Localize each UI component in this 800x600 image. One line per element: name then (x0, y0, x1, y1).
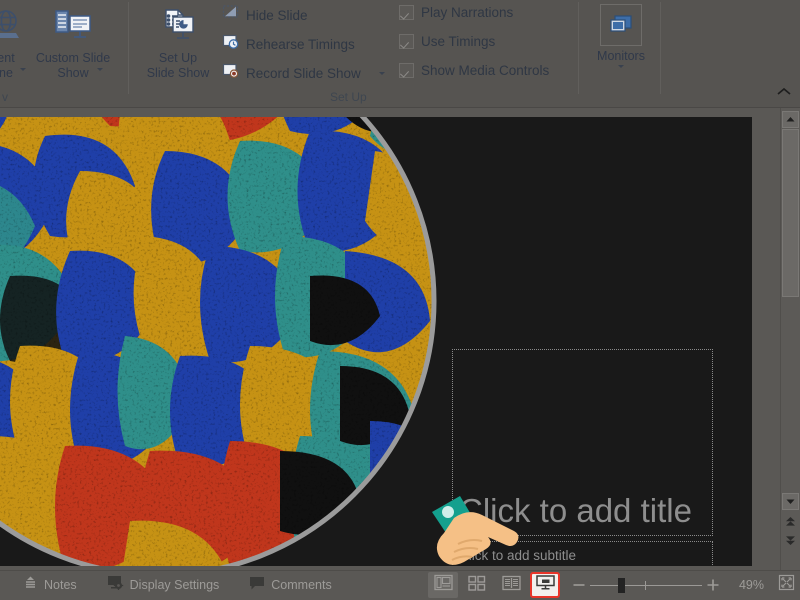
zoom-controls: 49% (562, 570, 800, 600)
slide-canvas[interactable]: Click to add title Click to add subtitle (0, 117, 752, 566)
title-placeholder[interactable]: Click to add title (452, 349, 713, 536)
hide-slide-icon (222, 4, 239, 26)
scrollbar-thumb[interactable] (782, 129, 799, 297)
show-media-controls-label: Show Media Controls (421, 63, 549, 78)
use-timings-checkbox[interactable]: Use Timings (399, 34, 495, 49)
notes-label: Notes (44, 578, 77, 592)
display-settings-label: Display Settings (130, 578, 220, 592)
scroll-up-button[interactable] (782, 111, 799, 128)
hide-slide-label: Hide Slide (246, 8, 308, 23)
set-up-slide-show-label: Set Up Slide Show (133, 51, 223, 81)
subtitle-placeholder-text: Click to add subtitle (459, 547, 708, 565)
fit-to-window-icon (778, 574, 795, 596)
record-slide-show-button[interactable]: Record Slide Show (222, 62, 385, 84)
previous-slide-button[interactable] (782, 513, 799, 530)
custom-slide-show-button[interactable]: Custom Slide Show (26, 6, 120, 81)
display-settings-icon (107, 575, 124, 595)
normal-view-button[interactable] (428, 572, 458, 598)
notes-icon (23, 575, 38, 595)
monitors-label: Monitors (588, 49, 654, 64)
scroll-down-button[interactable] (782, 493, 799, 510)
ribbon-tab-fragment: v (2, 90, 8, 104)
play-narrations-label: Play Narrations (421, 5, 513, 20)
ribbon-group-divider-3 (660, 2, 661, 94)
normal-view-icon (434, 574, 453, 596)
rehearse-timings-button[interactable]: Rehearse Timings (222, 33, 355, 55)
fit-to-window-button[interactable] (772, 572, 800, 598)
zoom-out-button[interactable] (568, 572, 590, 598)
monitors-button[interactable]: Monitors (588, 4, 654, 64)
zoom-slider-track (590, 585, 702, 586)
ribbon: ent ne Custom Slide Show (0, 0, 800, 108)
custom-slide-show-label: Custom Slide Show (26, 51, 120, 81)
set-up-slide-show-icon (133, 6, 223, 51)
play-narrations-checkmark-icon (399, 5, 414, 20)
slide-sorter-button[interactable] (462, 572, 492, 598)
chevron-up-icon[interactable] (776, 84, 792, 102)
slide-show-icon (536, 574, 555, 596)
use-timings-label: Use Timings (421, 34, 495, 49)
ribbon-group-divider-2 (578, 2, 579, 94)
show-media-controls-checkbox[interactable]: Show Media Controls (399, 63, 549, 78)
slide-workspace: Click to add title Click to add subtitle (0, 108, 800, 570)
display-settings-button[interactable]: Display Settings (98, 570, 229, 600)
comments-label: Comments (271, 578, 331, 592)
zoom-slider[interactable] (590, 572, 702, 598)
rehearse-timings-label: Rehearse Timings (246, 37, 355, 52)
set-up-slide-show-button[interactable]: Set Up Slide Show (133, 6, 223, 81)
record-slide-show-caret-icon[interactable] (379, 72, 385, 75)
play-narrations-checkbox[interactable]: Play Narrations (399, 5, 513, 20)
monitors-icon (600, 4, 642, 46)
reading-view-icon (502, 575, 521, 596)
vertical-scrollbar[interactable] (780, 108, 800, 570)
slide-sorter-icon (468, 575, 486, 596)
comments-icon (249, 576, 265, 595)
zoom-in-button[interactable] (702, 572, 724, 598)
custom-slide-show-caret-icon[interactable] (97, 68, 103, 71)
abstract-mosaic-image (0, 117, 440, 566)
ribbon-group-divider (128, 2, 129, 94)
zoom-slider-thumb[interactable] (618, 578, 625, 593)
slide-show-button[interactable] (530, 572, 560, 598)
notes-button[interactable]: Notes (14, 570, 86, 600)
title-placeholder-text: Click to add title (459, 490, 708, 531)
status-bar: Notes Display Settings Comments (0, 570, 800, 600)
comments-button[interactable]: Comments (240, 570, 340, 600)
next-slide-button[interactable] (782, 532, 799, 549)
subtitle-placeholder[interactable]: Click to add subtitle (452, 541, 713, 566)
monitors-caret-icon[interactable] (618, 65, 624, 68)
hide-slide-button[interactable]: Hide Slide (222, 4, 308, 26)
show-media-controls-checkmark-icon (399, 63, 414, 78)
record-slide-show-label: Record Slide Show (246, 66, 361, 81)
record-slide-show-icon (222, 62, 239, 84)
use-timings-checkmark-icon (399, 34, 414, 49)
rehearse-timings-icon (222, 33, 239, 55)
reading-view-button[interactable] (496, 572, 526, 598)
zoom-level-label[interactable]: 49% (724, 578, 764, 592)
zoom-slider-midpoint (645, 581, 646, 590)
view-buttons (426, 570, 562, 600)
set-up-group-label: Set Up (330, 90, 367, 104)
custom-slide-show-icon (26, 6, 120, 51)
